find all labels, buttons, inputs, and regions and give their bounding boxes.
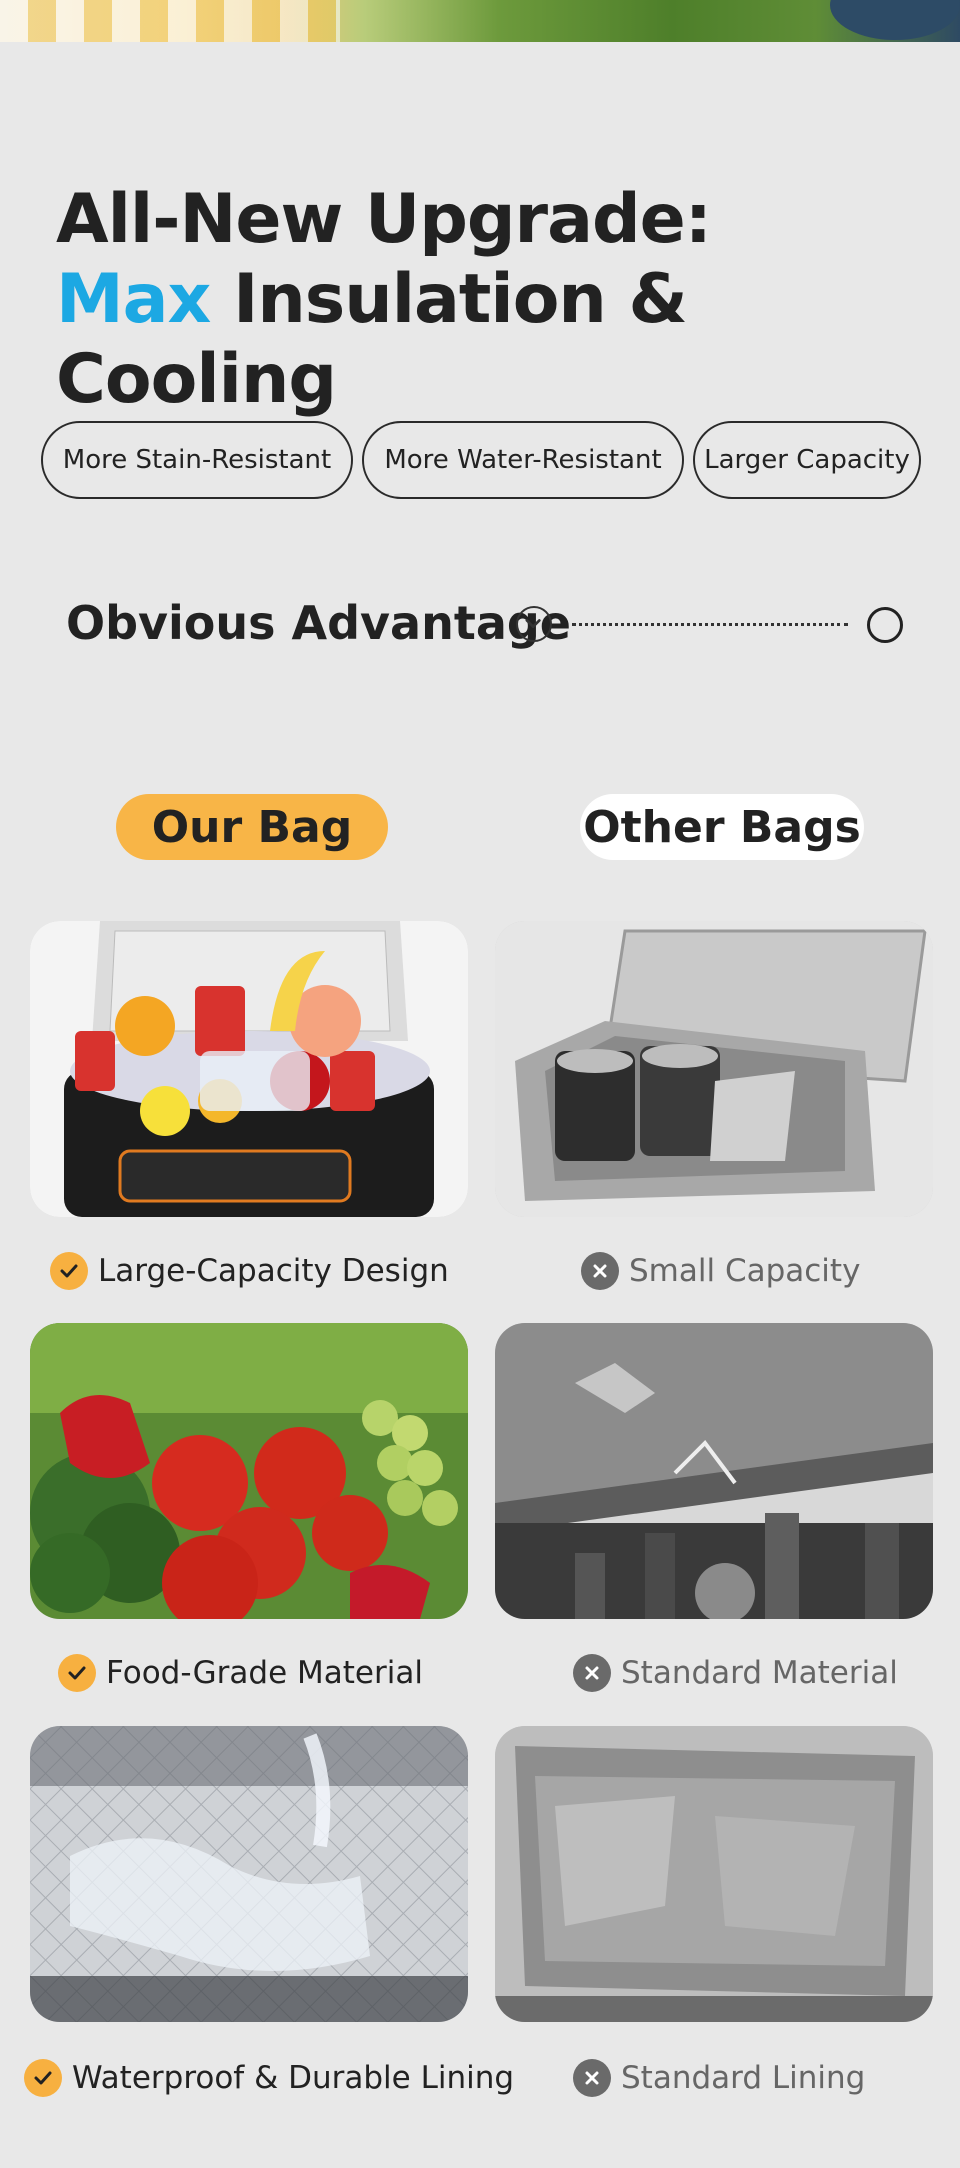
top-banner-photo bbox=[0, 0, 960, 42]
other-bags-label: Other Bags bbox=[580, 794, 864, 860]
feature-pill-water: More Water-Resistant bbox=[362, 421, 684, 499]
other-material-photo bbox=[495, 1323, 933, 1619]
our-food-grade-photo bbox=[30, 1323, 468, 1619]
other-bag-capacity-photo bbox=[495, 921, 933, 1217]
feature-pill-capacity: Larger Capacity bbox=[693, 421, 921, 499]
cross-icon bbox=[573, 2059, 611, 2097]
other-feature-2: Standard Material bbox=[573, 1654, 898, 1692]
chevron-down-circle-icon bbox=[516, 606, 552, 642]
advantage-title: Obvious Advantage bbox=[66, 596, 571, 650]
our-lining-photo bbox=[30, 1726, 468, 2022]
check-icon bbox=[58, 1654, 96, 1692]
headline-line-1: All-New Upgrade: bbox=[56, 180, 712, 259]
feature-pill-stain: More Stain-Resistant bbox=[41, 421, 353, 499]
our-feature-1-label: Large-Capacity Design bbox=[98, 1253, 449, 1289]
headline: All-New Upgrade: Max Insulation & Coolin… bbox=[56, 180, 960, 420]
other-feature-1: Small Capacity bbox=[581, 1252, 860, 1290]
cross-icon bbox=[581, 1252, 619, 1290]
our-bag-label: Our Bag bbox=[116, 794, 388, 860]
our-feature-2: Food-Grade Material bbox=[58, 1654, 423, 1692]
circle-icon bbox=[867, 607, 903, 643]
check-icon bbox=[50, 1252, 88, 1290]
other-feature-3-label: Standard Lining bbox=[621, 2060, 866, 2096]
other-feature-3: Standard Lining bbox=[573, 2059, 865, 2097]
our-feature-3: Waterproof & Durable Lining bbox=[24, 2059, 514, 2097]
our-feature-1: Large-Capacity Design bbox=[50, 1252, 449, 1290]
other-lining-photo bbox=[495, 1726, 933, 2022]
our-feature-2-label: Food-Grade Material bbox=[106, 1655, 423, 1691]
other-feature-2-label: Standard Material bbox=[621, 1655, 898, 1691]
dotted-divider bbox=[572, 623, 848, 626]
cross-icon bbox=[573, 1654, 611, 1692]
our-feature-3-label: Waterproof & Durable Lining bbox=[72, 2060, 515, 2096]
headline-accent: Max bbox=[56, 260, 211, 339]
headline-line-2: Max Insulation & Cooling bbox=[56, 260, 960, 420]
our-bag-capacity-photo bbox=[30, 921, 468, 1217]
check-icon bbox=[24, 2059, 62, 2097]
other-feature-1-label: Small Capacity bbox=[629, 1253, 861, 1289]
